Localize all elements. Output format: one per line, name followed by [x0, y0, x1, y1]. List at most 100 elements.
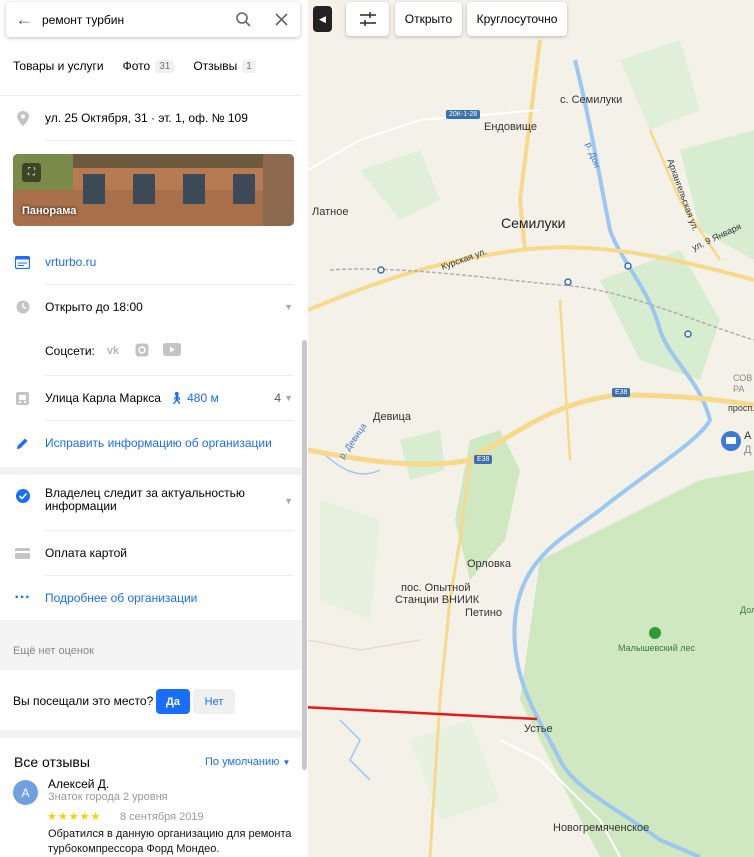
website-row[interactable]: vrturbo.ru — [0, 252, 302, 272]
vk-icon[interactable]: vk — [107, 345, 119, 357]
review-text: Обратился в данную организацию для ремон… — [48, 828, 292, 855]
pencil-icon — [0, 437, 45, 450]
review-date: 8 сентября 2019 — [120, 811, 204, 823]
edit-info-link[interactable]: Исправить информацию об организации — [45, 436, 302, 450]
no-ratings-text: Ещё нет оценок — [13, 645, 94, 657]
organization-panel: ← Товары и услуги Фото 31 Отзывы 1 ул. 25 … — [0, 0, 308, 857]
more-info-link[interactable]: Подробнее об организации — [45, 591, 302, 605]
review-stars: ★★★★★ — [47, 811, 102, 823]
website-link[interactable]: vrturbo.ru — [45, 255, 302, 269]
panorama-label: Панорама — [22, 205, 77, 217]
org-tabs: Товары и услуги Фото 31 Отзывы 1 — [0, 52, 262, 80]
more-dots-icon: ··· — [14, 589, 31, 606]
map-label-devitsa: Девица — [373, 411, 411, 423]
payment-row: Оплата картой — [0, 543, 302, 563]
visited-no-button[interactable]: Нет — [193, 689, 235, 714]
filter-open-button[interactable]: Открыто — [395, 2, 462, 36]
review-author[interactable]: Алексей Д. — [48, 777, 109, 791]
filters-icon — [359, 12, 376, 26]
map-label-orlovka: Орловка — [467, 558, 511, 570]
payment-text: Оплата картой — [45, 546, 127, 560]
more-row[interactable]: ··· Подробнее об организации — [0, 588, 302, 608]
back-arrow-icon[interactable]: ← — [6, 2, 42, 37]
close-icon[interactable] — [262, 2, 300, 37]
panel-content: ← Товары и услуги Фото 31 Отзывы 1 ул. 25 … — [0, 0, 302, 857]
instagram-icon[interactable] — [135, 343, 149, 360]
divider — [45, 575, 294, 576]
map-label-novogremyachenskoe: Новогремяченское — [553, 822, 650, 834]
map-label-malyshevsky: Малышевский лес — [618, 643, 695, 653]
chevron-down-icon: ▼ — [284, 302, 293, 312]
search-bar: ← — [6, 2, 300, 37]
website-icon — [0, 255, 45, 269]
filters-button[interactable] — [346, 2, 389, 36]
section-gap — [0, 467, 302, 475]
tab-label: Отзывы — [193, 59, 238, 73]
walking-icon: 🚶︎ — [168, 391, 185, 405]
social-label: Соцсети: — [45, 344, 95, 358]
divider — [45, 420, 294, 421]
visited-yes-button[interactable]: Да — [156, 689, 190, 714]
map-label-petino: Петино — [465, 607, 503, 619]
transit-stop-icon — [0, 391, 45, 405]
road-badge-20k: 20К-1-28 — [446, 110, 481, 119]
owner-row[interactable]: Владелец следит за актуальностью информа… — [0, 487, 302, 517]
metro-row[interactable]: Улица Карла Маркса 🚶︎ 480 м 4 ▼ — [0, 388, 302, 408]
card-icon — [0, 547, 45, 559]
map-label-endovishche: Ендовище — [484, 121, 537, 133]
collapse-panel-button[interactable]: ◀ — [313, 6, 332, 32]
reviews-title: Все отзывы — [14, 754, 90, 770]
divider — [45, 375, 294, 376]
map-label-opytnoy: пос. Опытной — [401, 582, 471, 594]
avatar[interactable]: А — [13, 780, 38, 805]
section-gap — [0, 730, 302, 738]
clock-icon — [0, 300, 45, 314]
tab-label: Товары и услуги — [13, 59, 104, 73]
panorama-thumbnail[interactable]: ⛶ Панорама — [13, 154, 294, 226]
tab-photo[interactable]: Фото 31 — [123, 59, 175, 73]
chevron-left-icon: ◀ — [319, 13, 326, 24]
road-badge-e38: Е38 — [474, 455, 493, 464]
search-input[interactable] — [42, 12, 224, 27]
owner-note: Владелец следит за актуальностью информа… — [45, 486, 245, 513]
address-text: ул. 25 Октября, 31 · эт. 1, оф. № 109 — [45, 111, 248, 125]
metro-name: Улица Карла Маркса — [45, 391, 161, 405]
map-label-dol: Дол — [740, 605, 754, 615]
tab-count-badge: 1 — [242, 59, 256, 73]
divider — [0, 95, 302, 96]
sort-dropdown[interactable]: По умолчанию ▼ — [205, 756, 290, 768]
map-label-d-poi: Д — [744, 444, 752, 456]
metro-count: 4 — [274, 391, 281, 405]
divider — [45, 284, 294, 285]
review-author-level: Знаток города 2 уровня — [48, 791, 168, 803]
map-label-semiluki: Семилуки — [501, 215, 566, 231]
map-label-latnoe: Латное — [312, 206, 349, 218]
map-label-a-poi: А — [744, 430, 752, 442]
road-badge-e38: Е38 — [612, 388, 631, 397]
location-pin-icon — [0, 110, 45, 126]
tab-goods[interactable]: Товары и услуги — [13, 59, 104, 73]
verified-check-icon — [0, 487, 45, 503]
search-icon[interactable] — [224, 2, 262, 37]
panel-scrollbar[interactable] — [302, 340, 307, 770]
chevron-down-icon: ▼ — [284, 393, 293, 403]
youtube-icon[interactable] — [163, 343, 182, 359]
map-label-sov: СОВ — [733, 373, 753, 383]
tab-label: Фото — [122, 59, 151, 73]
address-row: ул. 25 Октября, 31 · эт. 1, оф. № 109 — [0, 108, 302, 128]
hours-text: Открыто до 18:00 — [45, 300, 143, 314]
metro-distance: 480 м — [187, 391, 219, 405]
map-label-ra: РА — [733, 384, 745, 394]
social-row: Соцсети: vk — [0, 341, 302, 361]
edit-row[interactable]: Исправить информацию об организации — [0, 433, 302, 453]
map-label-ustye: Устье — [524, 723, 553, 735]
map-label-semiluki-s: с. Семилуки — [560, 94, 623, 106]
map-label-stantsii: Станции ВНИИК — [395, 594, 480, 606]
map-label-prosp: просп. — [728, 403, 754, 413]
hours-row[interactable]: Открыто до 18:00 ▼ — [0, 297, 302, 317]
panorama-icon: ⛶ — [22, 163, 41, 182]
tab-reviews[interactable]: Отзывы 1 — [193, 59, 256, 73]
visited-question: Вы посещали это место? — [13, 694, 154, 708]
divider — [45, 530, 294, 531]
filter-allday-button[interactable]: Круглосуточно — [467, 2, 567, 36]
